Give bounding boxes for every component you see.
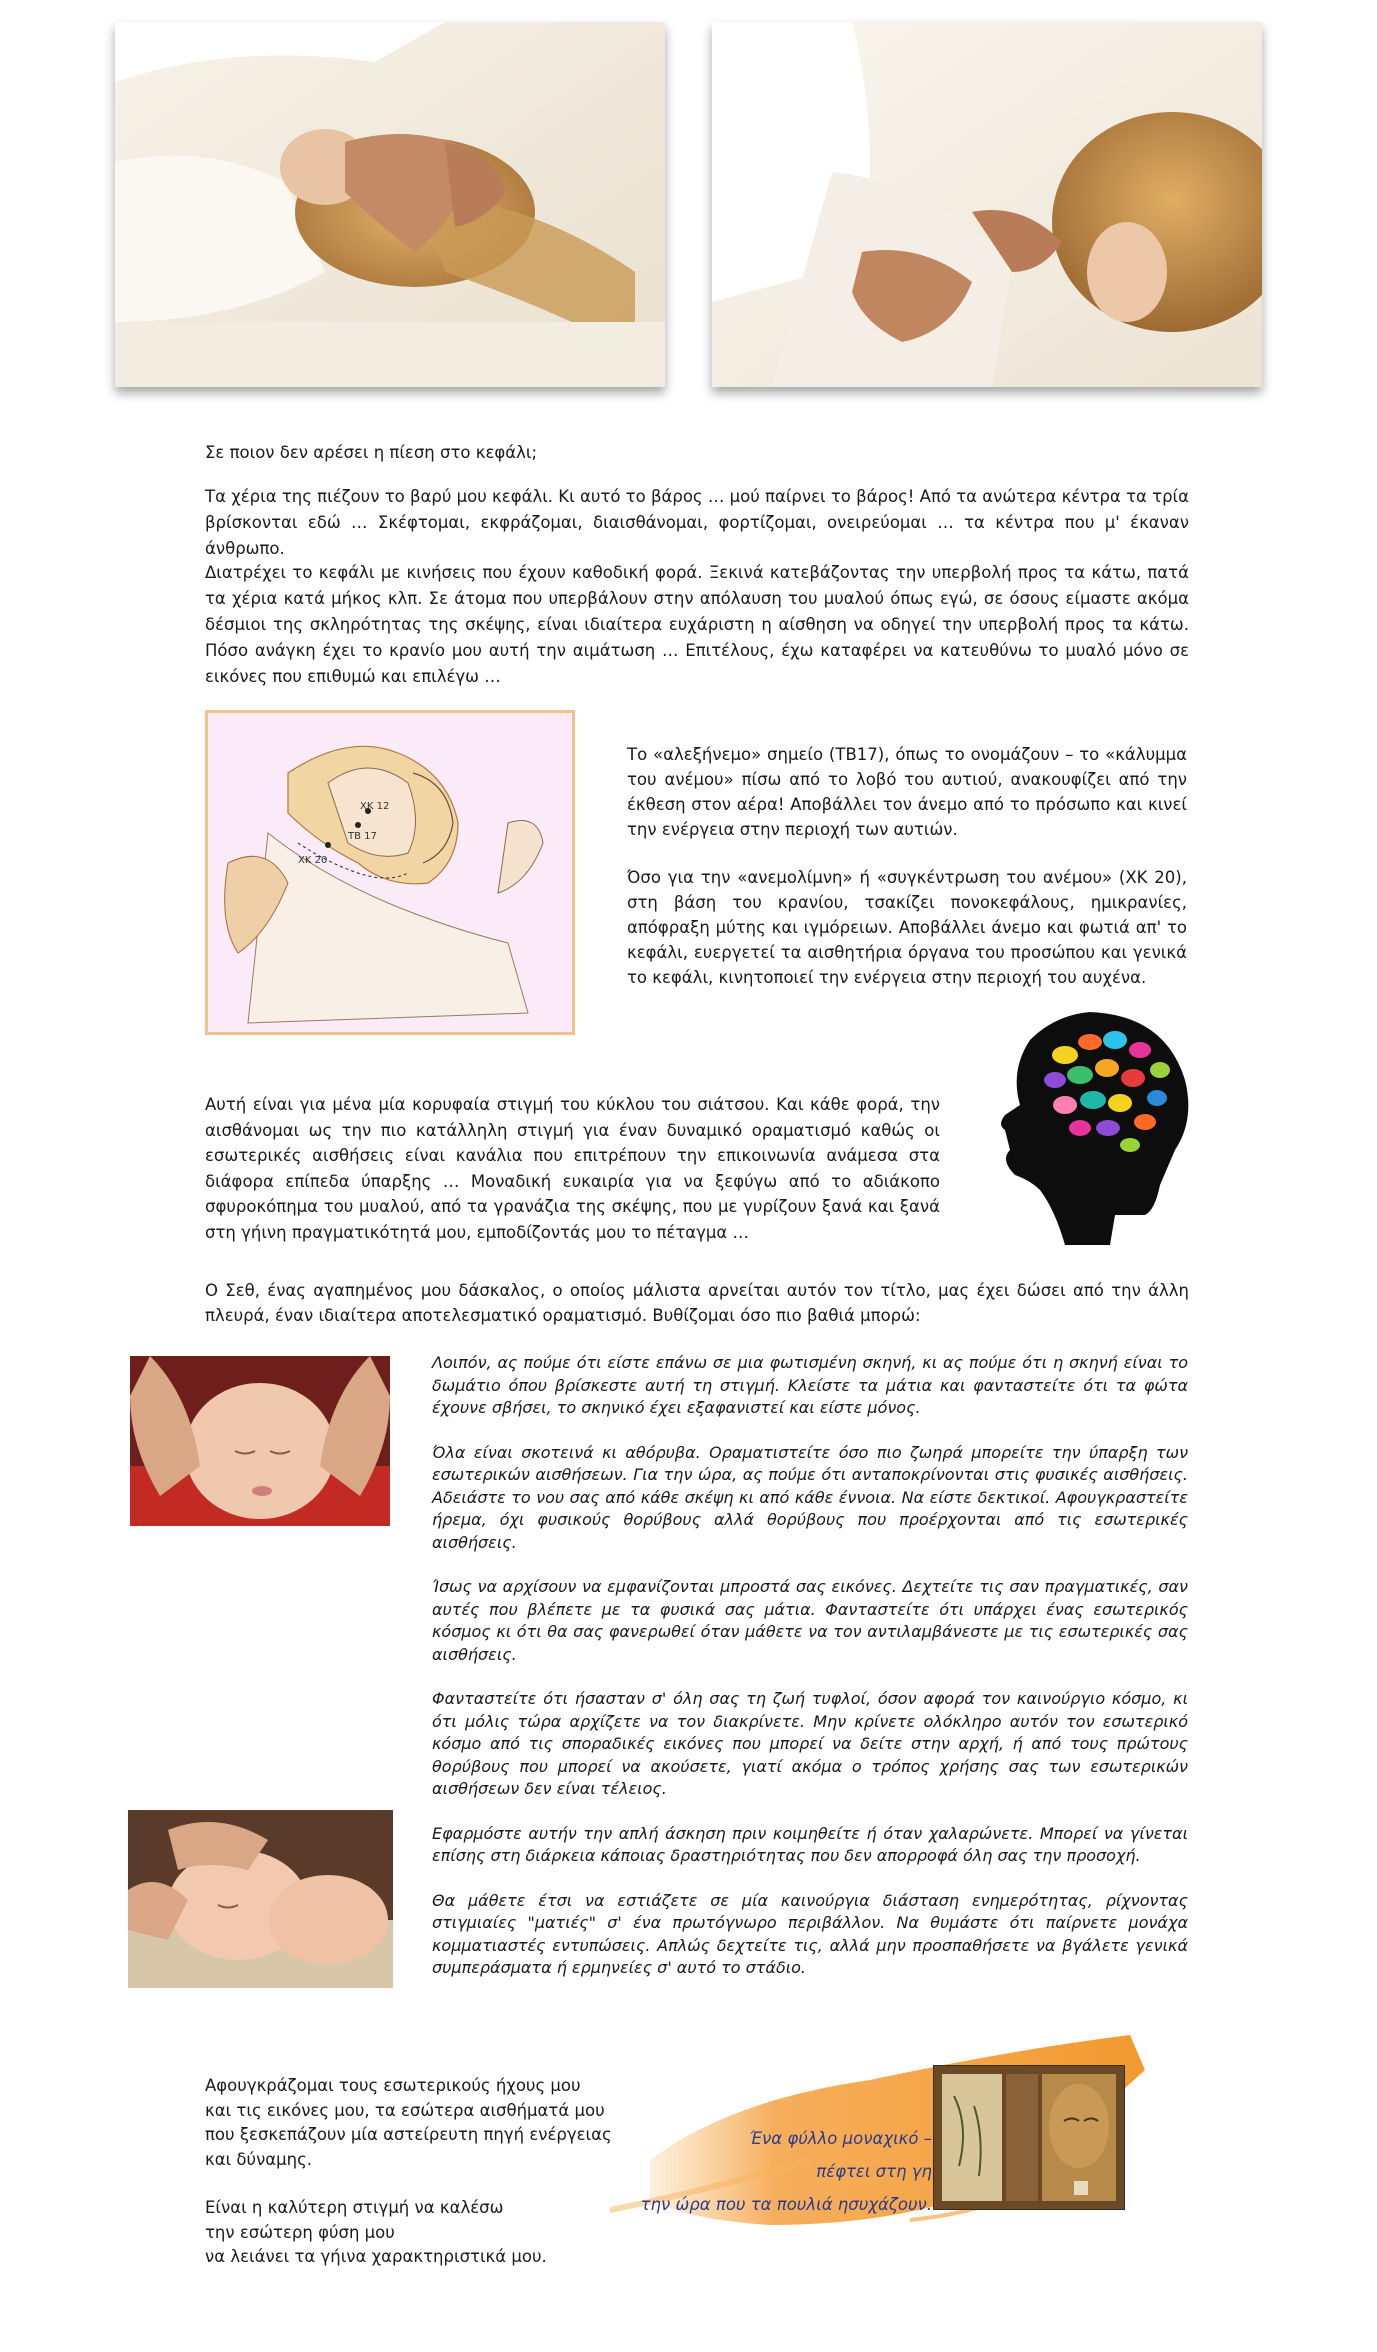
baby-head-massage-photo	[130, 1356, 390, 1526]
haiku-line-1: Ένα φύλλο μοναχικό –	[749, 2129, 932, 2148]
visualization-paragraph-6: Θα μάθετε έτσι να εστιάζετε σε μία καινο…	[432, 1890, 1188, 1978]
closing-line-6: την εσώτερη φύση μου	[205, 2222, 395, 2242]
haiku: Ένα φύλλο μοναχικό – πέφτει στη γη την ώ…	[610, 2122, 932, 2221]
visualization-paragraph-2: Όλα είναι σκοτεινά κι αθόρυβα. Οραματιστ…	[432, 1442, 1188, 1552]
intro-paragraph-2: Διατρέχει το κεφάλι με κινήσεις που έχου…	[205, 563, 1189, 686]
haiku-line-2: πέφτει στη γη	[816, 2162, 932, 2181]
closing-line-3: που ξεσκεπάζουν μία αστείρευτη πηγή ενέρ…	[205, 2125, 612, 2144]
head-speech-bubbles-illustration	[995, 1010, 1195, 1245]
diagram-label-tb17: TB 17	[348, 831, 377, 842]
closing-line-4: και δύναμης.	[205, 2149, 313, 2169]
diagram-label-xk12: XK 12	[360, 801, 390, 812]
buddha-painting	[933, 2065, 1125, 2210]
closing-line-5: Είναι η καλύτερη στιγμή να καλέσω	[205, 2198, 504, 2217]
haiku-line-3: την ώρα που τα πουλιά ησυχάζουν.	[640, 2195, 932, 2214]
visualization-paragraph-1: Λοιπόν, ας πούμε ότι είστε επάνω σε μια …	[432, 1353, 1188, 1417]
sleeping-baby-photo	[128, 1810, 393, 1988]
intro-paragraph-1: Τα χέρια της πιέζουν το βαρύ μου κεφάλι.…	[205, 487, 1189, 558]
visualization-paragraph-4: Φανταστείτε ότι ήσασταν σ' όλη σας τη ζω…	[432, 1689, 1188, 1798]
diagram-label-xk20: XK 20	[298, 855, 328, 866]
intro-question: Σε ποιον δεν αρέσει η πίεση στο κεφάλι;	[205, 443, 538, 462]
acupressure-points-diagram: XK 12 TB 17 XK 20	[205, 710, 575, 1035]
visualization-paragraph-3: Ίσως να αρχίσουν να εμφανίζονται μπροστά…	[432, 1577, 1188, 1664]
massage-photo-head	[115, 22, 665, 387]
seth-paragraph: Ο Σεθ, ένας αγαπημένος μου δάσκαλος, ο ο…	[205, 1281, 1189, 1325]
closing-line-2: και τις εικόνες μου, τα εσώτερα αισθήματ…	[205, 2100, 605, 2120]
points-paragraph-1: Το «αλεξήνεμο» σημείο (TB17), όπως το ον…	[627, 745, 1187, 839]
points-paragraph-2: Όσο για την «ανεμολίμνη» ή «συγκέντρωση …	[627, 868, 1187, 987]
closing-line-7: να λειάνει τα γήινα χαρακτηριστικά μου.	[205, 2247, 547, 2266]
massage-photo-shoulder	[712, 22, 1262, 387]
visualization-paragraph-5: Εφαρμόστε αυτήν την απλή άσκηση πριν κοι…	[432, 1823, 1188, 1866]
visualization-text: Λοιπόν, ας πούμε ότι είστε επάνω σε μια …	[432, 1352, 1188, 2002]
closing-poem: Αφουγκράζομαι τους εσωτερικούς ήχους μου…	[205, 2074, 645, 2270]
closing-line-1: Αφουγκράζομαι τους εσωτερικούς ήχους μου	[205, 2076, 581, 2095]
peak-paragraph: Αυτή είναι για μένα μία κορυφαία στιγμή …	[205, 1095, 940, 1242]
